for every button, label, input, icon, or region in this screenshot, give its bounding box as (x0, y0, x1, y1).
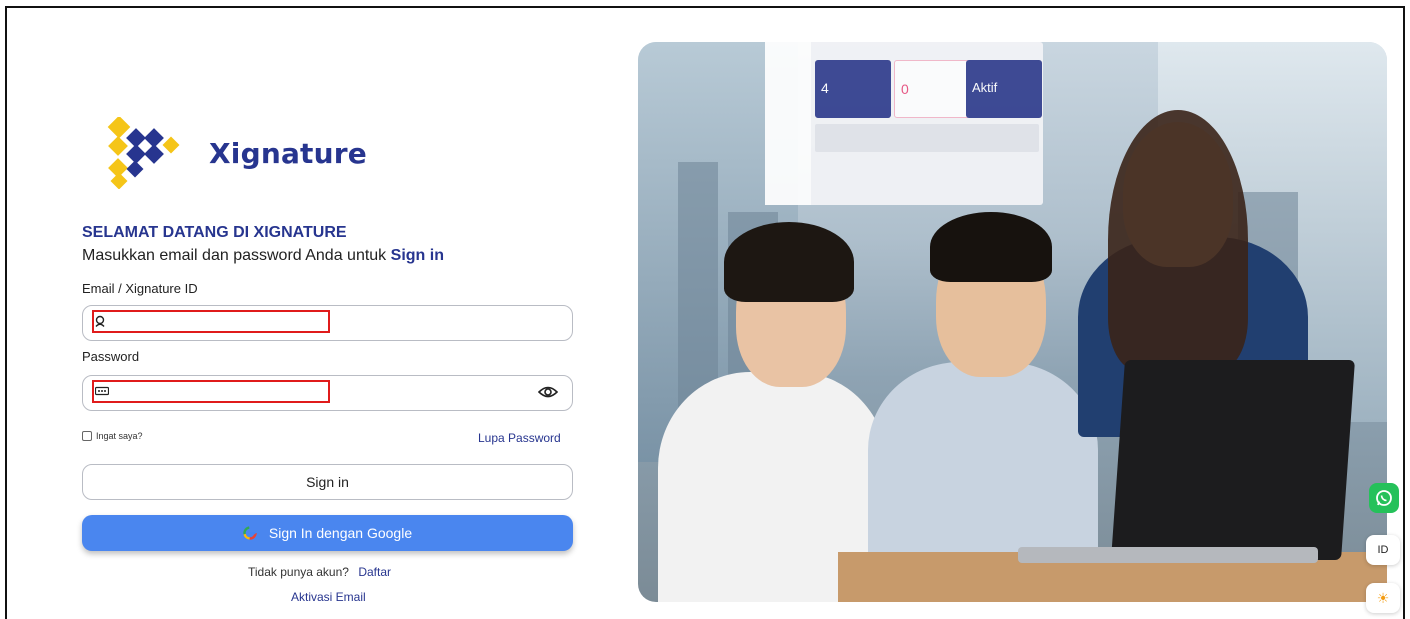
no-account-text: Tidak punya akun? (248, 565, 349, 579)
remember-me[interactable]: Ingat saya? (82, 431, 143, 441)
whatsapp-icon[interactable] (1369, 483, 1399, 513)
google-button-label: Sign In dengan Google (268, 525, 413, 541)
password-highlight-box (92, 380, 330, 403)
dashboard-preview: 4 0 Aktif (765, 42, 1043, 205)
dashboard-preview-sidebar (765, 42, 811, 205)
logo-text: Xignature (209, 136, 367, 170)
subtitle-text: Masukkan email dan password Anda untuk (82, 247, 387, 264)
password-label: Password (82, 349, 140, 364)
language-switcher[interactable]: ID (1366, 535, 1400, 565)
key-icon (94, 385, 110, 399)
welcome-subtitle: Masukkan email dan password Anda untuk S… (82, 247, 444, 265)
email-field[interactable] (82, 305, 573, 341)
remember-checkbox[interactable] (82, 431, 92, 441)
user-icon (95, 315, 107, 330)
preview-card-1: 4 (815, 60, 891, 118)
person-right-hair (1108, 110, 1248, 370)
preview-panel (815, 124, 1039, 152)
eye-icon[interactable] (537, 384, 559, 405)
logo-mark-icon (107, 117, 180, 189)
xignature-logo: Xignature (107, 117, 367, 189)
no-account-row: Tidak punya akun? Daftar (248, 565, 391, 579)
google-icon (243, 526, 257, 540)
sun-icon[interactable]: ☀ (1366, 583, 1400, 613)
remember-label: Ingat saya? (96, 431, 143, 441)
activate-email-link[interactable]: Aktivasi Email (291, 590, 366, 604)
preview-card-2: 0 (894, 60, 970, 118)
password-field[interactable] (82, 375, 573, 411)
signin-button[interactable]: Sign in (82, 464, 573, 500)
laptop-base (1018, 547, 1318, 563)
preview-card-3: Aktif (966, 60, 1042, 118)
preview-card-1-value: 4 (821, 80, 829, 96)
forgot-password-link[interactable]: Lupa Password (478, 431, 561, 445)
person-center-hair (930, 212, 1052, 282)
google-signin-button[interactable]: Sign In dengan Google (82, 515, 573, 551)
preview-card-2-value: 0 (901, 81, 909, 97)
email-highlight-box (92, 310, 330, 333)
laptop (1111, 360, 1355, 560)
email-label: Email / Xignature ID (82, 281, 198, 296)
welcome-heading: SELAMAT DATANG DI XIGNATURE (82, 224, 347, 241)
register-link[interactable]: Daftar (358, 565, 391, 579)
subtitle-signin-emphasis: Sign in (390, 247, 444, 264)
person-left-hair (724, 222, 854, 302)
preview-card-3-value: Aktif (972, 80, 998, 95)
